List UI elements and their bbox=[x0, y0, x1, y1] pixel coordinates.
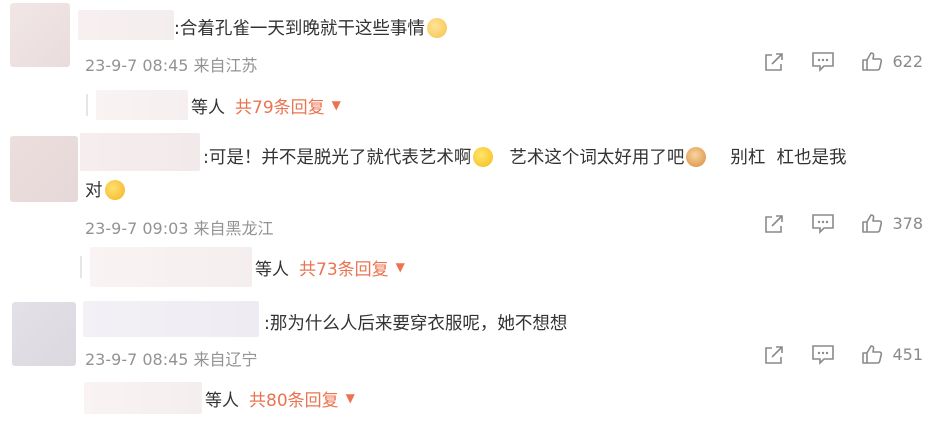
avatar[interactable] bbox=[10, 3, 70, 67]
username-blurred[interactable] bbox=[80, 133, 200, 171]
comment-text-part2: 艺术这个词太好用了吧 bbox=[509, 148, 685, 168]
comment-text-part3: 别杠 杠也是我 bbox=[730, 148, 847, 168]
comment-icon bbox=[812, 345, 835, 365]
share-button[interactable] bbox=[763, 52, 785, 72]
comment-icon bbox=[812, 214, 835, 234]
like-button[interactable]: 378 bbox=[861, 213, 923, 234]
comment-text: :合着孔雀一天到晚就干这些事情 bbox=[174, 14, 449, 44]
share-icon bbox=[765, 214, 784, 233]
reply-label: 等人 bbox=[205, 390, 239, 411]
comment-meta: 23-9-7 09:03 来自黑龙江 bbox=[85, 219, 274, 238]
reply-count-link[interactable]: 共79条回复 bbox=[235, 93, 325, 118]
reply-summary[interactable]: 等人 共73条回复 ▼ bbox=[80, 247, 405, 287]
comment-button[interactable] bbox=[811, 344, 835, 365]
reply-users-blurred bbox=[96, 90, 188, 120]
speechless-emoji bbox=[473, 147, 494, 167]
share-button[interactable] bbox=[763, 345, 785, 365]
reply-divider bbox=[86, 94, 88, 116]
like-button[interactable]: 451 bbox=[861, 344, 923, 365]
thumbs-up-icon bbox=[862, 214, 883, 233]
cat-smile-emoji bbox=[426, 18, 447, 38]
like-count: 622 bbox=[892, 52, 923, 71]
chevron-down-icon[interactable]: ▼ bbox=[332, 98, 341, 112]
comment-text-content: :那为什么人后来要穿衣服呢，她不想想 bbox=[264, 314, 568, 334]
comment-text-line2: 对 bbox=[85, 176, 127, 206]
comment-actions: 622 bbox=[763, 51, 923, 72]
comment-button[interactable] bbox=[811, 213, 835, 234]
comment-text: :可是！并不是脱光了就代表艺术啊 艺术这个词太好用了吧 别杠 杠也是我 bbox=[203, 143, 847, 173]
comment-button[interactable] bbox=[811, 51, 835, 72]
like-button[interactable]: 622 bbox=[861, 51, 923, 72]
comment-text: :那为什么人后来要穿衣服呢，她不想想 bbox=[264, 309, 567, 339]
reply-label: 等人 bbox=[255, 259, 289, 280]
thumbs-up-icon bbox=[862, 52, 883, 71]
comment-text-line2-content: 对 bbox=[85, 181, 103, 201]
share-button[interactable] bbox=[763, 214, 785, 234]
comment-actions: 451 bbox=[763, 344, 923, 365]
username-blurred[interactable] bbox=[78, 10, 174, 40]
reply-users-blurred bbox=[90, 247, 252, 287]
cat-emoji bbox=[686, 147, 707, 167]
like-count: 378 bbox=[892, 214, 923, 233]
comment-meta: 23-9-7 08:45 来自辽宁 bbox=[85, 350, 258, 369]
chevron-down-icon[interactable]: ▼ bbox=[346, 391, 355, 405]
reply-users-blurred bbox=[84, 382, 202, 414]
avatar[interactable] bbox=[10, 136, 78, 202]
comment-meta: 23-9-7 08:45 来自江苏 bbox=[85, 56, 258, 75]
comment-text-part1: :可是！并不是脱光了就代表艺术啊 bbox=[203, 148, 472, 168]
shh-emoji bbox=[104, 180, 125, 200]
share-icon bbox=[765, 345, 784, 364]
reply-divider bbox=[80, 256, 82, 278]
reply-count-link[interactable]: 共73条回复 bbox=[299, 255, 389, 280]
avatar[interactable] bbox=[12, 302, 76, 366]
comment-actions: 378 bbox=[763, 213, 923, 234]
comment-text-content: :合着孔雀一天到晚就干这些事情 bbox=[174, 19, 425, 39]
comment-icon bbox=[812, 52, 835, 72]
reply-summary[interactable]: 等人 共79条回复 ▼ bbox=[86, 90, 341, 120]
reply-label: 等人 bbox=[191, 97, 225, 118]
like-count: 451 bbox=[892, 345, 923, 364]
username-blurred[interactable] bbox=[83, 301, 259, 337]
thumbs-up-icon bbox=[862, 345, 883, 364]
reply-summary[interactable]: 等人 共80条回复 ▼ bbox=[84, 382, 355, 414]
reply-count-link[interactable]: 共80条回复 bbox=[249, 386, 339, 411]
chevron-down-icon[interactable]: ▼ bbox=[396, 260, 405, 274]
share-icon bbox=[765, 52, 784, 71]
